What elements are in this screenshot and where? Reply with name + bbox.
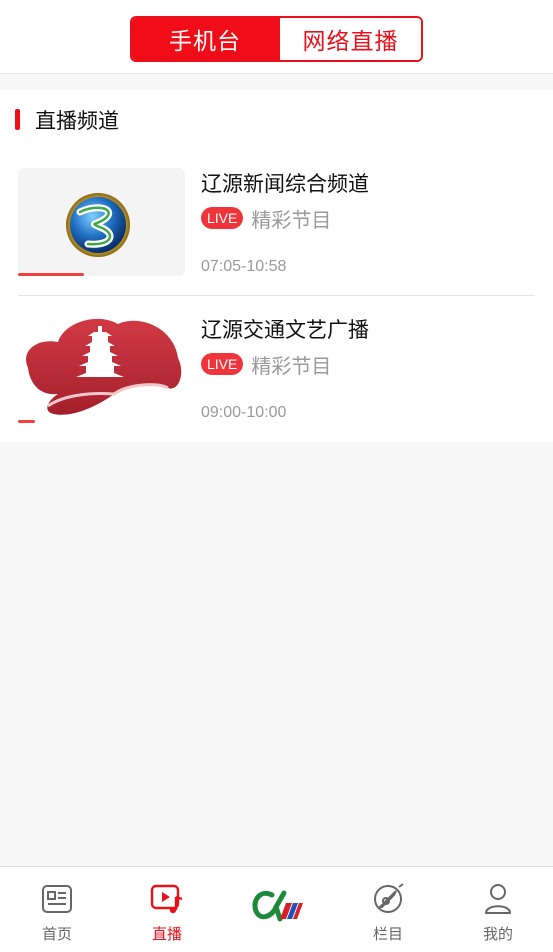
list-divider <box>18 295 535 296</box>
tab-web-live[interactable]: 网络直播 <box>278 18 421 60</box>
program-time: 09:00-10:00 <box>201 404 287 421</box>
top-header: 手机台 网络直播 <box>0 0 553 74</box>
news-icon <box>42 885 72 913</box>
nav-label: 栏目 <box>372 925 403 943</box>
channel-thumbnail[interactable] <box>18 168 185 276</box>
live-play-icon <box>150 884 183 914</box>
nav-item-columns[interactable]: 栏目 <box>333 867 443 952</box>
live-row: LIVE 精彩节目 <box>201 351 332 378</box>
compass-icon <box>374 883 404 913</box>
channel-thumbnail[interactable] <box>18 314 185 422</box>
nav-item-brand[interactable] <box>222 867 332 952</box>
channel-item[interactable]: 辽源交通文艺广播 LIVE 精彩节目 09:00-10:00 <box>0 314 553 461</box>
program-title: 精彩节目 <box>251 207 332 232</box>
section-header: 直播频道 <box>0 90 553 148</box>
user-icon <box>485 884 511 914</box>
brand-logo-icon <box>252 890 303 922</box>
bottom-nav: 首页 直播 栏目 我的 <box>0 866 553 952</box>
live-row: LIVE 精彩节目 <box>201 205 332 232</box>
red-pagoda-cloud-logo <box>26 318 182 415</box>
section-accent-bar <box>15 109 20 130</box>
playback-progress <box>18 273 84 276</box>
nav-item-home[interactable]: 首页 <box>2 867 112 952</box>
live-badge: LIVE <box>201 207 244 229</box>
globe-swirl-logo <box>66 193 130 257</box>
channel-name: 辽源新闻综合频道 <box>201 172 369 196</box>
program-title: 精彩节目 <box>251 353 332 378</box>
nav-item-me[interactable]: 我的 <box>443 867 553 952</box>
channel-list-card: 直播频道 辽源新闻综合频道 LIVE 精彩节目 07:05-10:58 辽源交通… <box>0 90 553 442</box>
live-badge: LIVE <box>201 353 244 375</box>
nav-label: 直播 <box>151 925 182 943</box>
playback-progress <box>18 420 35 423</box>
program-time: 07:05-10:58 <box>201 258 287 275</box>
channel-item[interactable]: 辽源新闻综合频道 LIVE 精彩节目 07:05-10:58 <box>0 168 553 315</box>
nav-label: 我的 <box>482 925 513 943</box>
tab-mobile-tv[interactable]: 手机台 <box>132 18 278 60</box>
nav-label: 首页 <box>41 925 72 943</box>
source-switch: 手机台 网络直播 <box>130 16 423 62</box>
channel-name: 辽源交通文艺广播 <box>201 318 369 342</box>
section-title: 直播频道 <box>35 109 119 133</box>
nav-item-live[interactable]: 直播 <box>112 867 222 952</box>
